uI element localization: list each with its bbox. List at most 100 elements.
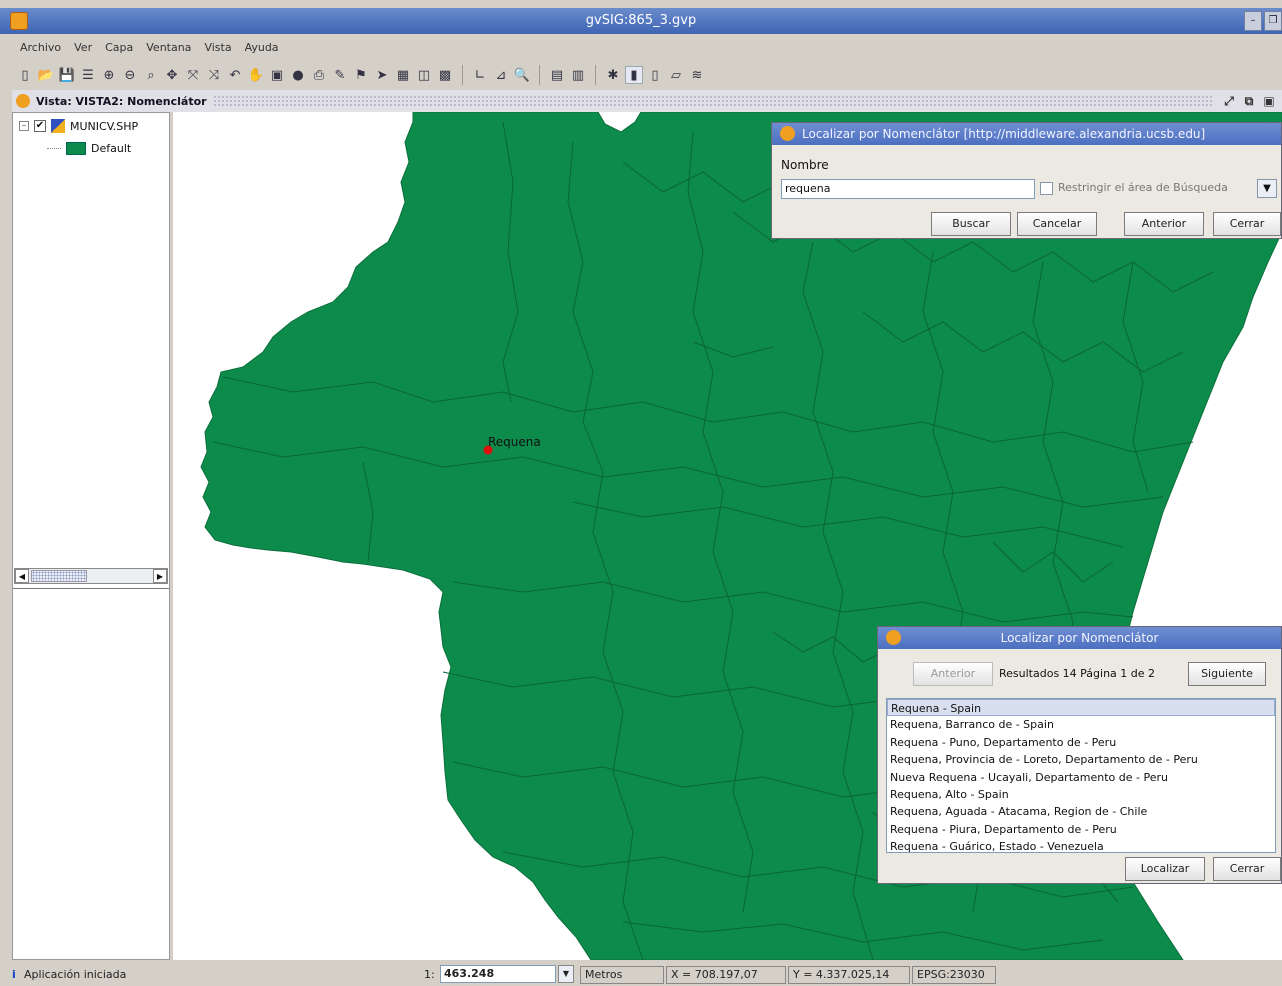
tree-line [47, 148, 61, 149]
toolbar-separator [595, 65, 596, 85]
maximize-icon[interactable]: ⧉ [1242, 94, 1256, 108]
minimize-icon[interactable]: – [1244, 11, 1262, 31]
legend-swatch [66, 142, 86, 155]
list-item[interactable]: Requena, Aguada - Atacama, Region de - C… [887, 803, 1275, 820]
list-item[interactable]: Requena, Provincia de - Loreto, Departam… [887, 751, 1275, 768]
cancel-button[interactable]: Cancelar [1017, 212, 1097, 236]
search-dialog-titlebar[interactable]: Localizar por Nomenclátor [http://middle… [772, 123, 1281, 145]
search-button[interactable]: Buscar [931, 212, 1011, 236]
toolbar: ▯ 📂 💾 ☰ ⊕ ⊖ ⌕ ✥ ⤧ ⤨ ↶ ✋ ▣ ● ⎙ ✎ ⚑ ➤ ▦ ◫ … [0, 60, 1282, 90]
list-item[interactable]: Requena - Guárico, Estado - Venezuela [887, 838, 1275, 852]
list-item[interactable]: Requena - Piura, Departamento de - Peru [887, 821, 1275, 838]
layers-icon[interactable]: ≋ [688, 66, 706, 84]
maximize-icon[interactable]: ❐ [1264, 11, 1282, 31]
toolbar-separator [462, 65, 463, 85]
select-icon[interactable]: ◫ [415, 66, 433, 84]
doc-icon[interactable]: ▯ [646, 66, 664, 84]
menu-vista[interactable]: Vista [204, 41, 231, 54]
pan-icon[interactable]: ✋ [247, 66, 265, 84]
previous-zoom-icon[interactable]: ↶ [226, 66, 244, 84]
select-icon[interactable]: ▦ [394, 66, 412, 84]
status-message: Aplicación iniciada [24, 968, 127, 981]
list-icon[interactable]: ▤ [548, 66, 566, 84]
toc-scrollbar[interactable]: ◀ ▶ [14, 568, 168, 584]
list-item[interactable]: Requena, Alto - Spain [887, 786, 1275, 803]
results-previous-button[interactable]: Anterior [913, 662, 993, 686]
eraser-icon[interactable]: ▱ [667, 66, 685, 84]
title-grip [212, 95, 1214, 107]
view-window-title: Vista: VISTA2: Nomenclátor ⤢ ⧉ ▣ [12, 90, 1282, 112]
new-file-icon[interactable]: ▯ [16, 66, 34, 84]
view-title: Vista: VISTA2: Nomenclátor [36, 94, 213, 108]
close-icon[interactable]: ▣ [1262, 94, 1276, 108]
layer-icon[interactable]: ☰ [79, 66, 97, 84]
x-coordinate-field: X = 708.197,07 [666, 966, 786, 984]
zoom-icon[interactable]: ⤧ [184, 66, 202, 84]
restrict-area-checkbox[interactable] [1040, 182, 1053, 195]
results-next-button[interactable]: Siguiente [1188, 662, 1266, 686]
menu-archivo[interactable]: Archivo [20, 41, 61, 54]
chevron-down-icon[interactable]: ▼ [1257, 179, 1277, 198]
layer-row[interactable]: – ✔ MUNICV.SHP [19, 119, 138, 133]
scroll-thumb[interactable] [31, 570, 87, 582]
menu-ayuda[interactable]: Ayuda [245, 41, 279, 54]
crs-field: EPSG:23030 [912, 966, 996, 984]
results-dialog-titlebar[interactable]: Localizar por Nomenclátor [878, 627, 1281, 649]
close-button[interactable]: Cerrar [1213, 212, 1281, 236]
table-of-contents: – ✔ MUNICV.SHP Default ◀ ▶ [12, 112, 170, 960]
zoom-in-icon[interactable]: ⊕ [100, 66, 118, 84]
legend-label: Default [91, 142, 132, 155]
pointer-icon[interactable]: ➤ [373, 66, 391, 84]
toc-divider[interactable] [13, 588, 169, 589]
window-title: gvSIG:865_3.gvp [585, 13, 697, 28]
results-close-button[interactable]: Cerrar [1213, 857, 1281, 881]
save-icon[interactable]: 💾 [58, 66, 76, 84]
menu-ventana[interactable]: Ventana [146, 41, 191, 54]
crs-value: EPSG:23030 [917, 968, 985, 981]
full-extent-icon[interactable]: ✥ [163, 66, 181, 84]
graph-icon[interactable]: ▥ [569, 66, 587, 84]
measure-icon[interactable]: ⊿ [492, 66, 510, 84]
scale-prefix: 1: [424, 968, 435, 981]
chevron-down-icon[interactable]: ▼ [558, 965, 574, 983]
map-marker-label: Requena [488, 435, 541, 449]
view-icon [16, 94, 30, 108]
menu-capa[interactable]: Capa [105, 41, 133, 54]
y-coordinate: Y = 4.337.025,14 [793, 968, 890, 981]
scroll-right-icon[interactable]: ▶ [153, 569, 167, 583]
locate-button[interactable]: Localizar [1125, 857, 1205, 881]
collapse-icon[interactable]: – [19, 121, 29, 131]
list-item[interactable]: Requena, Barranco de - Spain [887, 716, 1275, 733]
table-icon[interactable]: ▩ [436, 66, 454, 84]
doc-icon[interactable]: ▮ [625, 66, 643, 84]
name-input-value: requena [785, 182, 831, 195]
flag-icon[interactable]: ⚑ [352, 66, 370, 84]
menu-ver[interactable]: Ver [74, 41, 92, 54]
scroll-left-icon[interactable]: ◀ [15, 569, 29, 583]
zoom-select-icon[interactable]: ⌕ [142, 66, 160, 84]
units-value: Metros [585, 968, 623, 981]
layer-visibility-checkbox[interactable]: ✔ [34, 120, 46, 132]
zoom-minus-icon[interactable]: ⊖ [121, 66, 139, 84]
line-icon[interactable]: ∟ [471, 66, 489, 84]
open-icon[interactable]: 📂 [37, 66, 55, 84]
search-icon[interactable]: 🔍 [513, 66, 531, 84]
list-item[interactable]: Requena - Puno, Departamento de - Peru [887, 734, 1275, 751]
previous-button[interactable]: Anterior [1124, 212, 1204, 236]
results-summary: Resultados 14 Página 1 de 2 [999, 667, 1156, 680]
scale-input[interactable]: 463.248 [440, 965, 556, 983]
zoom-icon[interactable]: ⤨ [205, 66, 223, 84]
wand-icon[interactable]: ✱ [604, 66, 622, 84]
x-coordinate: X = 708.197,07 [671, 968, 758, 981]
name-label: Nombre [781, 158, 829, 172]
pencil-icon[interactable]: ✎ [331, 66, 349, 84]
gazetteer-search-dialog: Localizar por Nomenclátor [http://middle… [771, 122, 1282, 239]
frame-icon[interactable]: ▣ [268, 66, 286, 84]
gear-icon[interactable]: ● [289, 66, 307, 84]
restore-icon[interactable]: ⤢ [1222, 94, 1236, 108]
list-item[interactable]: Requena - Spain [887, 699, 1275, 717]
list-item[interactable]: Nueva Requena - Ucayali, Departamento de… [887, 769, 1275, 786]
app-icon [10, 12, 28, 30]
name-input[interactable]: requena [781, 179, 1035, 199]
print-icon[interactable]: ⎙ [310, 66, 328, 84]
